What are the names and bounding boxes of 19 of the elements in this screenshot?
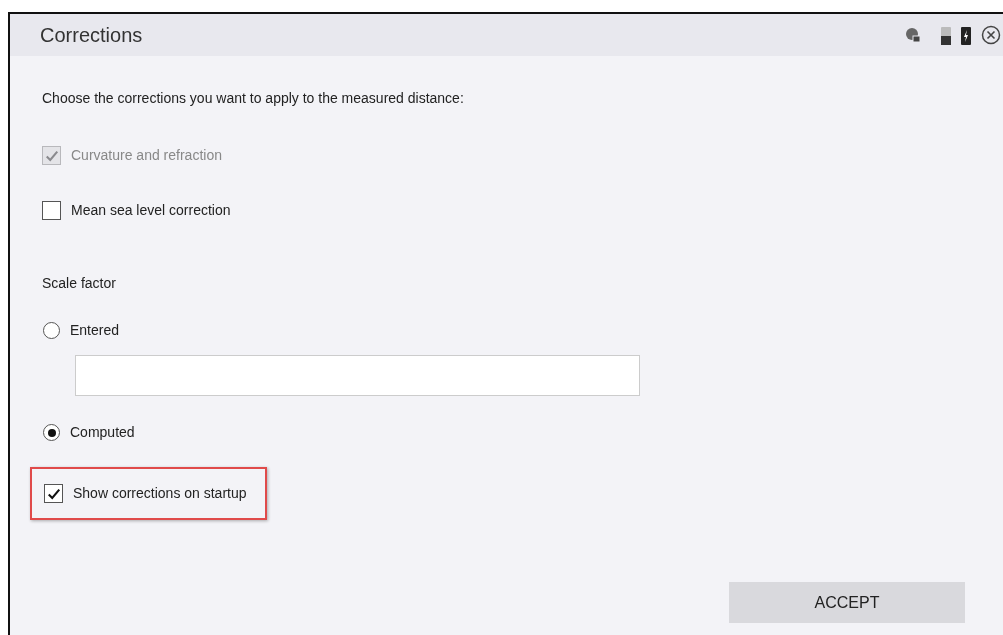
checkbox[interactable] [42, 201, 61, 220]
battery-low-icon [941, 25, 951, 45]
checkbox-label: Mean sea level correction [71, 201, 231, 220]
window-title: Corrections [40, 23, 143, 48]
checkbox[interactable] [44, 484, 63, 503]
check-icon [46, 486, 61, 501]
radio-label: Computed [70, 423, 135, 442]
close-icon[interactable] [981, 25, 1001, 45]
section-label: Scale factor [42, 274, 117, 293]
checkbox-label: Curvature and refraction [71, 146, 222, 165]
accept-button[interactable]: ACCEPT [729, 582, 965, 623]
radio-label: Entered [70, 321, 120, 340]
check-icon [44, 148, 59, 163]
scale-factor-field[interactable] [75, 355, 640, 396]
radio-button[interactable] [43, 322, 60, 339]
checkbox-label: Show corrections on startup [73, 484, 247, 503]
radio-button[interactable] [43, 424, 60, 441]
instruction-text: Choose the corrections you want to apply to the measured distance: [42, 89, 465, 108]
battery-charging-icon [961, 25, 971, 45]
